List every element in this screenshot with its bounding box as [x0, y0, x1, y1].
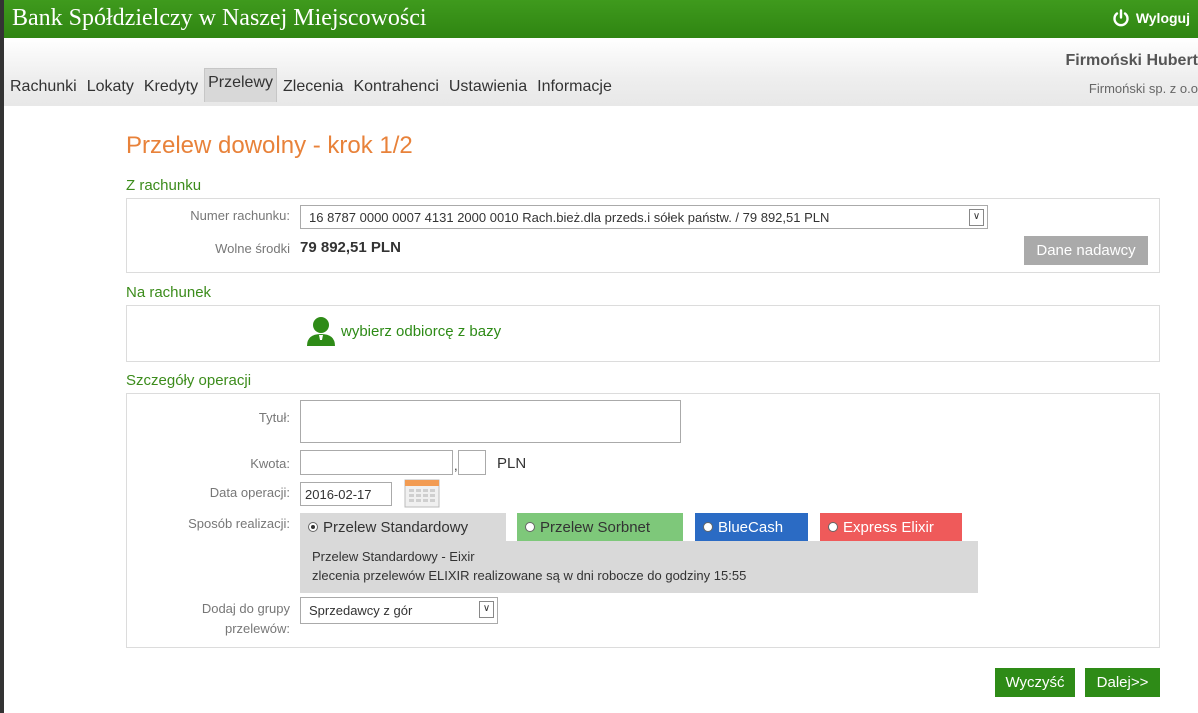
to-account-box — [126, 305, 1160, 362]
method-sorbnet[interactable]: Przelew Sorbnet — [517, 513, 683, 541]
radio-checked-icon — [308, 522, 318, 532]
tab-informacje[interactable]: Informacje — [533, 72, 616, 102]
amount-whole-input[interactable] — [300, 450, 453, 475]
method-standard-label: Przelew Standardowy — [323, 518, 469, 536]
method-standard[interactable]: Przelew Standardowy — [300, 513, 506, 541]
account-number-label: Numer rachunku: — [190, 208, 290, 223]
from-account-heading: Z rachunku — [126, 177, 202, 194]
method-info-panel: Przelew Standardowy - Eixir zlecenia prz… — [300, 541, 978, 593]
group-label-line1: Dodaj do grupy — [201, 601, 290, 616]
group-select-value: Sprzedawcy z gór — [309, 603, 413, 618]
tab-kontrahenci[interactable]: Kontrahenci — [349, 72, 442, 102]
amount-cents-input[interactable] — [458, 450, 486, 475]
method-express-label: Express Elixir — [843, 518, 934, 536]
group-label-line2: przelewów: — [224, 621, 290, 636]
title-label: Tytuł: — [258, 410, 290, 425]
company-name: Firmoński sp. z o.o — [1088, 81, 1198, 96]
choose-recipient-label: wybierz odbiorcę z bazy — [341, 322, 502, 340]
method-sorbnet-label: Przelew Sorbnet — [540, 518, 651, 536]
bank-name: Bank Spółdzielczy w Naszej Miejscowości — [12, 5, 427, 31]
choose-recipient-link[interactable]: wybierz odbiorcę z bazy — [305, 316, 501, 346]
main-tabs: Rachunki Lokaty Kredyty Przelewy Zleceni… — [6, 68, 618, 102]
amount-label: Kwota: — [250, 456, 290, 471]
method-express-elixir[interactable]: Express Elixir — [820, 513, 962, 541]
tab-kredyty[interactable]: Kredyty — [140, 72, 202, 102]
calendar-icon[interactable] — [404, 478, 440, 508]
tab-lokaty[interactable]: Lokaty — [83, 72, 138, 102]
title-input[interactable] — [300, 400, 681, 443]
date-label: Data operacji: — [209, 485, 290, 500]
recipient-icon — [307, 317, 335, 346]
radio-icon — [828, 522, 838, 532]
tab-zlecenia[interactable]: Zlecenia — [279, 72, 347, 102]
logout-button[interactable]: Wyloguj — [1112, 9, 1190, 27]
tab-rachunki[interactable]: Rachunki — [6, 72, 81, 102]
method-bluecash[interactable]: BlueCash — [695, 513, 808, 541]
to-account-heading: Na rachunek — [126, 284, 212, 301]
details-heading: Szczegóły operacji — [126, 372, 252, 389]
method-label: Sposób realizacji: — [188, 516, 290, 531]
date-input[interactable]: 2016-02-17 — [300, 482, 392, 506]
sender-data-button[interactable]: Dane nadawcy — [1024, 236, 1148, 265]
free-funds-label: Wolne środki — [215, 241, 290, 256]
top-bar: Bank Spółdzielczy w Naszej Miejscowości … — [4, 0, 1198, 38]
window-left-border — [0, 0, 4, 713]
logout-label: Wyloguj — [1135, 10, 1190, 26]
free-funds-value: 79 892,51 PLN — [300, 239, 401, 256]
chevron-down-icon: ∨ — [969, 209, 984, 226]
power-icon — [1113, 9, 1129, 27]
user-name: Firmoński Hubert — [1065, 52, 1198, 69]
method-info-text: zlecenia przelewów ELIXIR realizowane są… — [312, 568, 747, 583]
chevron-down-icon: ∨ — [479, 601, 494, 618]
radio-icon — [525, 522, 535, 532]
group-select[interactable]: Sprzedawcy z gór ∨ — [300, 597, 498, 624]
currency-label: PLN — [497, 455, 527, 472]
account-select[interactable]: 16 8787 0000 0007 4131 2000 0010 Rach.bi… — [300, 205, 988, 229]
tab-przelewy[interactable]: Przelewy — [204, 68, 277, 102]
page-title: Przelew dowolny - krok 1/2 — [126, 132, 413, 159]
account-select-value: 16 8787 0000 0007 4131 2000 0010 Rach.bi… — [309, 209, 830, 225]
method-bluecash-label: BlueCash — [718, 518, 784, 536]
clear-button[interactable]: Wyczyść — [995, 668, 1075, 697]
next-button[interactable]: Dalej>> — [1085, 668, 1160, 697]
tab-ustawienia[interactable]: Ustawienia — [445, 72, 531, 102]
method-info-title: Przelew Standardowy - Eixir — [312, 549, 475, 564]
radio-icon — [703, 522, 713, 532]
